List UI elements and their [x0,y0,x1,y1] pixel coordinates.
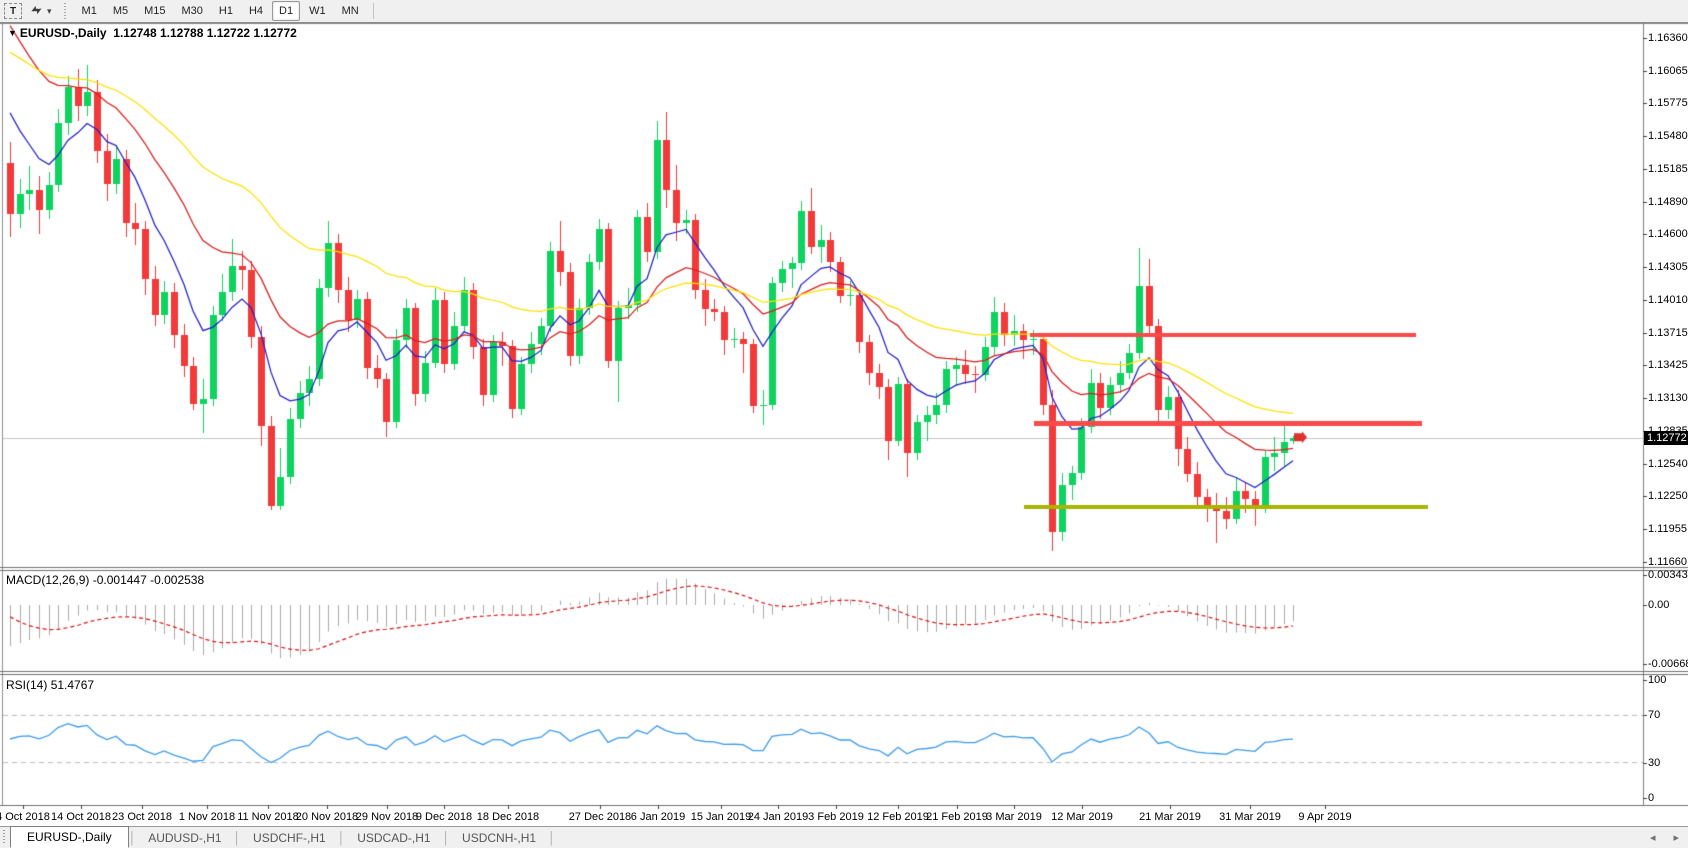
tab-separator: │ [338,827,346,848]
price-axis-tick: 1.11660 [1648,556,1687,568]
toolbar-separator [373,3,374,19]
macd-label: MACD(12,26,9) -0.001447 -0.002538 [6,573,204,587]
price-axis-tick: 1.14305 [1648,261,1688,273]
chart-tab-audusdh1[interactable]: AUDUSD-,H1 [136,827,233,848]
tab-separator: │ [129,827,137,848]
terminal-window: T ▾ M1M5M15M30H1H4D1W1MN ▼EURUSD-,Daily … [0,0,1688,848]
chart-symbol-period: EURUSD-,Daily [20,26,107,40]
price-axis-tick: 1.14890 [1648,196,1688,208]
text-tool-icon: T [4,3,22,19]
macd-values: -0.001447 -0.002538 [93,573,204,587]
macd-axis-tick: 0.00 [1648,599,1669,611]
price-axis-tick: 1.12540 [1648,458,1688,470]
rsi-label: RSI(14) 51.4767 [6,678,94,692]
toolbar: T ▾ M1M5M15M30H1H4D1W1MN [0,0,1688,23]
rsi-axis-tick: 70 [1648,709,1660,721]
price-axis-tick: 1.15480 [1648,130,1688,142]
double-arrow-icon [29,3,44,20]
timeframe-button-m1[interactable]: M1 [75,1,104,21]
timeframe-button-m30[interactable]: M30 [175,1,210,21]
rsi-axis-tick: 100 [1648,674,1666,686]
expand-triangle-icon[interactable]: ▼ [8,28,17,38]
chart-tab-usdcadh1[interactable]: USDCAD-,H1 [345,827,442,848]
price-axis-tick: 1.14010 [1648,294,1688,306]
price-axis-tick: 1.13715 [1648,327,1688,339]
chevron-down-icon[interactable]: ▾ [47,6,52,17]
macd-axis-tick: 0.003431 [1648,569,1688,581]
chart-ohlc-values: 1.12748 1.12788 1.12722 1.12772 [113,26,297,40]
current-price-tag: 1.12772 [1644,431,1688,445]
tabbar-grip[interactable] [1,830,8,845]
chart-canvas[interactable] [0,0,1688,848]
price-axis-tick: 1.15775 [1648,97,1688,109]
date-axis-tick: 18 Dec 2018 [463,811,553,823]
price-axis-tick: 1.14600 [1648,228,1688,240]
timeframe-button-h1[interactable]: H1 [212,1,240,21]
price-axis-tick: 1.11955 [1648,523,1687,535]
price-axis-tick: 1.13130 [1648,392,1688,404]
tab-separator: │ [234,827,242,848]
tab-separator: │ [443,827,451,848]
chart-title: ▼EURUSD-,Daily 1.12748 1.12788 1.12722 1… [8,26,297,40]
tab-separator: │ [548,827,556,848]
tab-scroll-arrows: ◂ ▸ [1641,827,1688,848]
macd-axis-tick: -0.006686 [1648,658,1688,670]
price-axis-tick: 1.15185 [1648,163,1688,175]
scroll-left-icon[interactable]: ◂ [1641,831,1665,844]
price-axis-tick: 1.13425 [1648,359,1688,371]
chart-tab-eurusddaily[interactable]: EURUSD-,Daily [10,826,129,848]
timeframe-button-m5[interactable]: M5 [106,1,135,21]
toolbar-grip[interactable] [63,3,68,19]
date-axis-tick: 12 Mar 2019 [1037,811,1127,823]
date-axis-tick: 9 Apr 2019 [1280,811,1370,823]
price-axis-tick: 1.16360 [1648,32,1688,44]
timeframe-button-w1[interactable]: W1 [302,1,333,21]
rsi-axis-tick: 0 [1648,792,1654,804]
scroll-right-icon[interactable]: ▸ [1664,831,1688,844]
timeframe-button-d1[interactable]: D1 [272,1,300,21]
text-label-tool-button[interactable]: T [2,1,24,21]
chart-tab-usdcnhh1[interactable]: USDCNH-,H1 [450,827,548,848]
price-axis-tick: 1.16065 [1648,65,1688,77]
arrange-tool-button[interactable]: ▾ [28,1,53,21]
timeframe-button-group: M1M5M15M30H1H4D1W1MN [74,1,367,21]
date-axis-tick: 21 Mar 2019 [1125,811,1215,823]
timeframe-button-mn[interactable]: MN [335,1,366,21]
chart-tabs: EURUSD-,Daily│AUDUSD-,H1│USDCHF-,H1│USDC… [10,827,556,848]
chart-tab-bar: EURUSD-,Daily│AUDUSD-,H1│USDCHF-,H1│USDC… [0,826,1688,848]
chart-tab-usdchfh1[interactable]: USDCHF-,H1 [241,827,338,848]
timeframe-button-m15[interactable]: M15 [137,1,172,21]
rsi-axis-tick: 30 [1648,757,1660,769]
price-axis-tick: 1.12250 [1648,490,1688,502]
rsi-value: 51.4767 [51,678,94,692]
timeframe-button-h4[interactable]: H4 [242,1,270,21]
